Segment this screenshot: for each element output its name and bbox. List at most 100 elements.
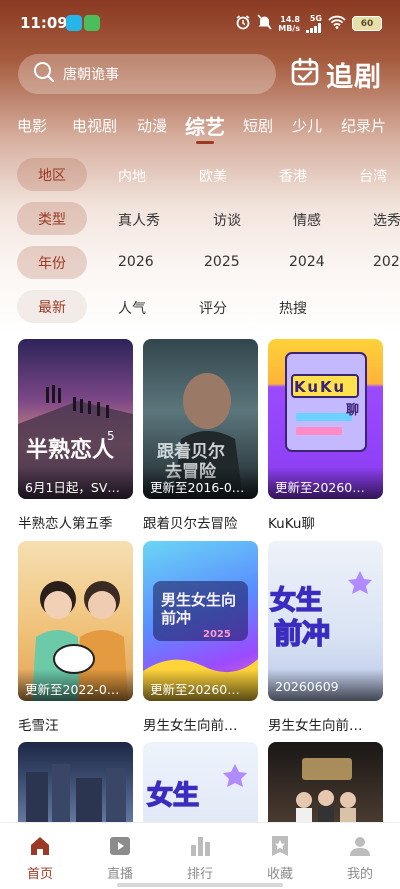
tab-tv-series[interactable]: 电视剧 xyxy=(72,115,117,136)
show-card[interactable] xyxy=(18,742,133,822)
show-card[interactable] xyxy=(268,742,383,822)
show-logo: 男生女生向前冲 xyxy=(161,591,237,627)
poster-caption: 更新至20260… xyxy=(268,467,383,499)
kuku-logo: KuKu xyxy=(294,378,347,396)
svg-text:女生: 女生 xyxy=(147,780,199,811)
show-poster[interactable]: 男生女生向前冲 2025 更新至20260… xyxy=(143,541,258,701)
tab-documentary[interactable]: 纪录片 xyxy=(341,115,386,136)
filter-option[interactable]: 2023 xyxy=(373,254,400,270)
content-grid: 半熟恋人 5 6月1日起，SV… 半熟恋人第五季 跟着贝尔 去冒险 更新至201… xyxy=(0,330,400,822)
show-title: 毛雪汪 xyxy=(18,718,59,734)
filter-option[interactable]: 热搜 xyxy=(279,298,307,318)
nav-ranking[interactable]: 排行 xyxy=(160,823,240,883)
filter-sort-row: 最新 人气 评分 热搜 xyxy=(0,290,400,324)
show-title: 半熟恋人第五季 xyxy=(18,516,113,532)
filter-option[interactable]: 台湾 xyxy=(359,166,387,186)
filter-option[interactable]: 2026 xyxy=(118,254,154,270)
show-title: 男生女生向前… xyxy=(268,718,363,734)
show-logo-year: 2025 xyxy=(203,629,231,640)
nav-favorites-label: 收藏 xyxy=(266,867,293,882)
show-poster[interactable]: KuKu 聊 更新至20260… xyxy=(268,339,383,499)
poster-caption: 更新至2016-0… xyxy=(143,467,258,499)
nav-live-label: 直播 xyxy=(106,867,133,882)
filter-option[interactable]: 情感 xyxy=(293,210,321,230)
tab-movie[interactable]: 电影 xyxy=(17,115,47,136)
signal-icon: 5G xyxy=(306,13,322,33)
show-card[interactable]: KuKu 聊 更新至20260… KuKu 聊 xyxy=(268,339,383,532)
filter-region-label[interactable]: 地区 xyxy=(17,158,87,191)
poster-art xyxy=(26,764,126,822)
speed-value: 14.8 xyxy=(280,14,300,24)
show-card[interactable]: 女生 前冲 20260609 男生女生向前… xyxy=(268,541,383,734)
calendar-icon xyxy=(290,57,320,91)
filter-option[interactable]: 访谈 xyxy=(213,210,241,230)
network-speed: 14.8 MB/s xyxy=(278,15,300,33)
filter-option[interactable]: 人气 xyxy=(118,298,146,318)
battery-icon: 60 xyxy=(352,16,382,31)
show-poster[interactable]: 更新至2022-0… xyxy=(18,541,133,701)
status-bar: 11:09 14.8 MB/s 5G 60 xyxy=(0,0,400,46)
filter-year-row: 年份 2026 2025 2024 2023 xyxy=(0,246,400,280)
home-icon xyxy=(28,834,52,858)
show-title: 男生女生向前… xyxy=(143,718,238,734)
nav-live[interactable]: 直播 xyxy=(80,823,160,883)
home-indicator[interactable] xyxy=(117,883,283,887)
show-poster[interactable]: 跟着贝尔 去冒险 更新至2016-0… xyxy=(143,339,258,499)
bar-chart-icon xyxy=(188,834,212,858)
chase-label: 追剧 xyxy=(326,61,382,93)
season-badge: 5 xyxy=(107,429,115,443)
filter-option[interactable]: 2025 xyxy=(204,254,240,270)
network-type: 5G xyxy=(309,13,322,23)
show-title: 跟着贝尔去冒险 xyxy=(143,516,238,532)
active-tab-indicator xyxy=(196,141,214,144)
svg-text:前冲: 前冲 xyxy=(274,617,330,650)
show-card[interactable]: 半熟恋人 5 6月1日起，SV… 半熟恋人第五季 xyxy=(18,339,133,532)
category-tabs: 电影 电视剧 动漫 综艺 短剧 少儿 纪录片 xyxy=(0,108,400,144)
nav-profile-label: 我的 xyxy=(346,867,373,882)
poster-art: 女生 xyxy=(146,764,247,812)
alarm-icon xyxy=(235,14,251,33)
show-poster[interactable] xyxy=(268,742,383,822)
tab-variety[interactable]: 综艺 xyxy=(185,111,225,140)
filter-option[interactable]: 内地 xyxy=(118,166,146,186)
nav-home-label: 首页 xyxy=(26,867,53,882)
user-icon xyxy=(348,834,372,858)
tab-kids[interactable]: 少儿 xyxy=(292,115,322,136)
show-poster[interactable]: 女生 xyxy=(143,742,258,822)
filter-option[interactable]: 评分 xyxy=(199,298,227,318)
filter-option[interactable]: 2024 xyxy=(289,254,325,270)
kuku-logo-sub: 聊 xyxy=(346,403,360,418)
show-poster[interactable]: 半熟恋人 5 6月1日起，SV… xyxy=(18,339,133,499)
tab-short-drama[interactable]: 短剧 xyxy=(243,115,273,136)
filter-year-label[interactable]: 年份 xyxy=(17,246,87,279)
filter-option[interactable]: 欧美 xyxy=(199,166,227,186)
svg-text:女生: 女生 xyxy=(270,585,322,616)
show-card[interactable]: 跟着贝尔 去冒险 更新至2016-0… 跟着贝尔去冒险 xyxy=(143,339,258,532)
filter-sort-label[interactable]: 最新 xyxy=(17,290,87,323)
nav-profile[interactable]: 我的 xyxy=(320,823,400,883)
show-poster[interactable]: 女生 前冲 20260609 xyxy=(268,541,383,701)
poster-art xyxy=(296,758,356,822)
nav-home[interactable]: 首页 xyxy=(0,823,80,883)
show-card[interactable]: 更新至2022-0… 毛雪汪 xyxy=(18,541,133,734)
search-input[interactable]: 唐朝诡事 xyxy=(18,54,276,94)
tab-anime[interactable]: 动漫 xyxy=(137,115,167,136)
filter-option[interactable]: 选秀 xyxy=(373,210,400,230)
chase-button[interactable]: 追剧 xyxy=(290,52,382,96)
play-icon xyxy=(108,834,132,858)
filter-type-row: 类型 真人秀 访谈 情感 选秀 xyxy=(0,202,400,236)
svg-text:跟着贝尔: 跟着贝尔 xyxy=(157,441,225,462)
filter-type-label[interactable]: 类型 xyxy=(17,202,87,235)
show-poster[interactable] xyxy=(18,742,133,822)
show-card[interactable]: 女生 xyxy=(143,742,258,822)
filter-option[interactable]: 真人秀 xyxy=(118,210,160,230)
show-card[interactable]: 男生女生向前冲 2025 更新至20260… 男生女生向前… xyxy=(143,541,258,734)
star-badge-icon xyxy=(268,834,292,858)
filter-option[interactable]: 香港 xyxy=(279,166,307,186)
nav-ranking-label: 排行 xyxy=(186,867,213,882)
app-notification-icon xyxy=(84,15,100,31)
svg-text:半熟恋人: 半熟恋人 xyxy=(26,437,114,463)
app-notification-icon xyxy=(66,15,82,31)
nav-favorites[interactable]: 收藏 xyxy=(240,823,320,883)
filter-region-row: 地区 内地 欧美 香港 台湾 xyxy=(0,158,400,192)
